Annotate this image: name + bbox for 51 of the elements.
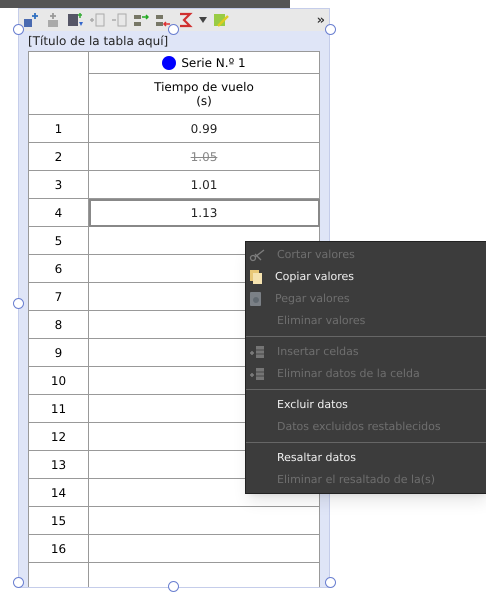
column-name: Tiempo de vuelo: [154, 80, 254, 94]
row-number: 6: [29, 255, 89, 283]
row-number: 14: [29, 479, 89, 507]
insert-cells-icon[interactable]: [89, 12, 105, 28]
caret-icon[interactable]: [199, 17, 207, 23]
row-number: 7: [29, 283, 89, 311]
copy-icon: [249, 269, 263, 285]
menu-item[interactable]: Excluir datos: [246, 394, 486, 416]
delete-cells-icon[interactable]: [111, 12, 127, 28]
scissors-icon: [249, 248, 265, 262]
resize-handle[interactable]: [325, 577, 336, 588]
column-unit: (s): [196, 94, 212, 108]
sigma-icon[interactable]: [177, 12, 193, 28]
table-cell[interactable]: 1.01: [89, 171, 320, 199]
insert-cells-icon: [249, 344, 265, 360]
table-title[interactable]: [Título de la tabla aquí]: [28, 31, 320, 51]
table-cell[interactable]: 1.13: [89, 199, 320, 227]
row-number: 11: [29, 395, 89, 423]
resize-handle[interactable]: [13, 298, 24, 309]
row-number: 1: [29, 115, 89, 143]
table-cell[interactable]: 1.05: [89, 143, 320, 171]
row-number: 4: [29, 199, 89, 227]
row-number: 5: [29, 227, 89, 255]
resize-handle[interactable]: [168, 581, 179, 592]
menu-item[interactable]: Resaltar datos: [246, 447, 486, 469]
overflow-button[interactable]: »: [316, 14, 325, 26]
delete-cells-icon: [249, 366, 265, 382]
decrease-decimals-icon[interactable]: [155, 12, 171, 28]
paste-icon: [249, 291, 263, 307]
series-header[interactable]: Serie N.º 1: [89, 52, 320, 74]
row-number: 2: [29, 143, 89, 171]
row-number: 9: [29, 339, 89, 367]
row-number: 3: [29, 171, 89, 199]
resize-handle[interactable]: [325, 24, 336, 35]
row-number: 12: [29, 423, 89, 451]
table-cell[interactable]: [89, 535, 320, 563]
table-cell[interactable]: 0.99: [89, 115, 320, 143]
row-number: 8: [29, 311, 89, 339]
column-heading[interactable]: Tiempo de vuelo (s): [89, 74, 320, 115]
row-number: 15: [29, 507, 89, 535]
menu-item[interactable]: Copiar valores: [246, 266, 486, 288]
row-number: 16: [29, 535, 89, 563]
increase-decimals-icon[interactable]: [133, 12, 149, 28]
add-row-icon[interactable]: [45, 12, 61, 28]
row-number: 10: [29, 367, 89, 395]
add-column-icon[interactable]: [23, 12, 39, 28]
table-cell[interactable]: [89, 507, 320, 535]
row-number: 13: [29, 451, 89, 479]
resize-handle[interactable]: [13, 24, 24, 35]
resize-handle[interactable]: [13, 577, 24, 588]
series-name: Serie N.º 1: [181, 54, 246, 72]
